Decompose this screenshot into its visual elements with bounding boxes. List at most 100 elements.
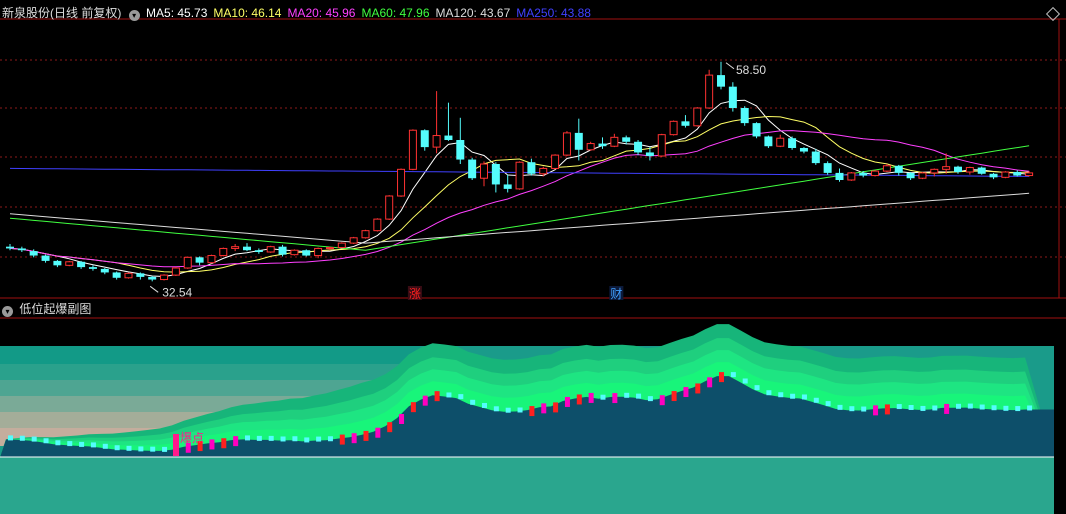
sub-signal-dot bbox=[517, 407, 523, 413]
candle-body bbox=[610, 136, 619, 147]
sub-signal-dot bbox=[31, 436, 37, 442]
sub-signal-dot bbox=[636, 393, 642, 399]
sub-signal-dot bbox=[55, 440, 61, 446]
sub-lower-band bbox=[0, 457, 1054, 514]
sub-signal-dot bbox=[434, 391, 440, 402]
candle-body bbox=[160, 274, 169, 281]
sub-signal-dot bbox=[1027, 405, 1033, 411]
sub-signal-dot bbox=[932, 405, 938, 411]
high-price-label: 58.50 bbox=[736, 63, 766, 77]
sub-signal-dot bbox=[979, 404, 985, 410]
sub-settings-circle-icon[interactable]: ▾ bbox=[2, 306, 13, 317]
candle-body bbox=[645, 152, 654, 156]
candle-body bbox=[314, 247, 323, 257]
sub-signal-dot bbox=[920, 405, 926, 411]
sub-signal-dot bbox=[564, 396, 570, 407]
candle-body bbox=[468, 159, 477, 179]
low-price-label: 32.54 bbox=[162, 285, 192, 299]
candle-body bbox=[942, 166, 951, 170]
sub-signal-dot bbox=[991, 405, 997, 411]
candle-body bbox=[41, 255, 50, 261]
sub-signal-dot bbox=[1003, 405, 1009, 411]
sub-signal-dot bbox=[553, 402, 559, 413]
sub-signal-dot bbox=[245, 435, 250, 441]
candle-body bbox=[266, 246, 275, 253]
sub-signal-dot bbox=[150, 446, 156, 452]
candle-body bbox=[88, 267, 97, 269]
sub-signal-dot bbox=[209, 439, 215, 450]
candle-body bbox=[112, 272, 121, 278]
candle-body bbox=[77, 261, 86, 268]
sub-signal-dot bbox=[256, 435, 262, 441]
sub-signal-dot bbox=[422, 395, 428, 406]
ma20-line bbox=[9, 130, 1030, 268]
sub-signal-dot bbox=[505, 407, 511, 413]
sub-panel-title[interactable]: 低位起爆副图 bbox=[19, 302, 91, 316]
candle-body bbox=[290, 249, 299, 256]
chart-canvas: 58.50 32.54 涨 财 爆点 bbox=[0, 18, 1066, 514]
sub-signal-dot bbox=[884, 404, 890, 415]
candle-body bbox=[29, 251, 38, 256]
settings-circle-icon[interactable]: ▾ bbox=[128, 10, 140, 21]
sub-signal-dot bbox=[695, 383, 701, 394]
sub-signal-dot bbox=[908, 404, 914, 410]
candle-body bbox=[408, 129, 417, 170]
sub-signal-dot bbox=[458, 394, 464, 400]
candle-body bbox=[243, 246, 251, 251]
candle-body bbox=[752, 123, 761, 137]
sub-signal-dot bbox=[233, 436, 239, 447]
candle-body bbox=[183, 256, 192, 269]
candle-body bbox=[480, 163, 488, 179]
candle-body bbox=[693, 107, 702, 127]
candle-body bbox=[456, 140, 465, 160]
sub-signal-dot bbox=[719, 372, 724, 383]
sub-signal-dot bbox=[671, 391, 677, 402]
sub-signal-dot bbox=[316, 436, 322, 442]
candle-body bbox=[503, 184, 512, 189]
sub-signal-dot bbox=[778, 392, 784, 398]
candle-body bbox=[491, 164, 500, 185]
candle-body bbox=[17, 248, 26, 251]
sub-signal-dot bbox=[304, 437, 310, 443]
candle-body bbox=[764, 136, 773, 147]
ma120-line bbox=[9, 192, 1030, 244]
sub-signal-dot bbox=[529, 406, 535, 417]
candle-body bbox=[515, 161, 524, 190]
sub-signal-dot bbox=[873, 405, 879, 416]
candle-body bbox=[859, 172, 868, 176]
sub-signal-dot bbox=[600, 394, 606, 400]
sub-signal-dot bbox=[292, 436, 298, 442]
candle-body bbox=[385, 195, 394, 220]
sub-glow-band bbox=[0, 346, 420, 364]
ma-legend-item: MA20: 45.96 bbox=[287, 6, 356, 20]
sub-signal-dot bbox=[19, 435, 25, 441]
candle-body bbox=[705, 74, 714, 109]
candle-body bbox=[681, 121, 690, 126]
candle-body bbox=[954, 166, 962, 172]
sub-signal-dot bbox=[339, 434, 345, 445]
candle-body bbox=[278, 246, 287, 255]
candle-body bbox=[254, 250, 263, 252]
sub-signal-dot bbox=[837, 404, 843, 410]
candle-body bbox=[574, 132, 583, 150]
candle-body bbox=[444, 135, 453, 140]
sub-signal-dot bbox=[8, 435, 13, 441]
sub-signal-dot bbox=[1015, 406, 1021, 412]
candle-body bbox=[207, 255, 216, 264]
sub-signal-dot bbox=[576, 394, 582, 405]
candle-body bbox=[539, 167, 548, 175]
candle-body bbox=[882, 165, 891, 172]
candle-body bbox=[906, 172, 915, 179]
sub-signal-dot bbox=[647, 396, 653, 402]
candle-body bbox=[195, 257, 204, 263]
sub-signal-dot bbox=[375, 427, 381, 438]
stock-title[interactable]: 新泉股份(日线 前复权) bbox=[2, 6, 121, 20]
ma-legend-item: MA5: 45.73 bbox=[146, 6, 208, 20]
sub-signal-dot bbox=[801, 394, 807, 400]
sub-glow-band bbox=[0, 364, 420, 380]
sub-signal-dot bbox=[363, 430, 369, 441]
candle-body bbox=[373, 218, 382, 232]
sub-signal-dot bbox=[102, 443, 108, 449]
burst-point-label: 爆点 bbox=[180, 431, 204, 445]
candle-body bbox=[1001, 171, 1010, 178]
